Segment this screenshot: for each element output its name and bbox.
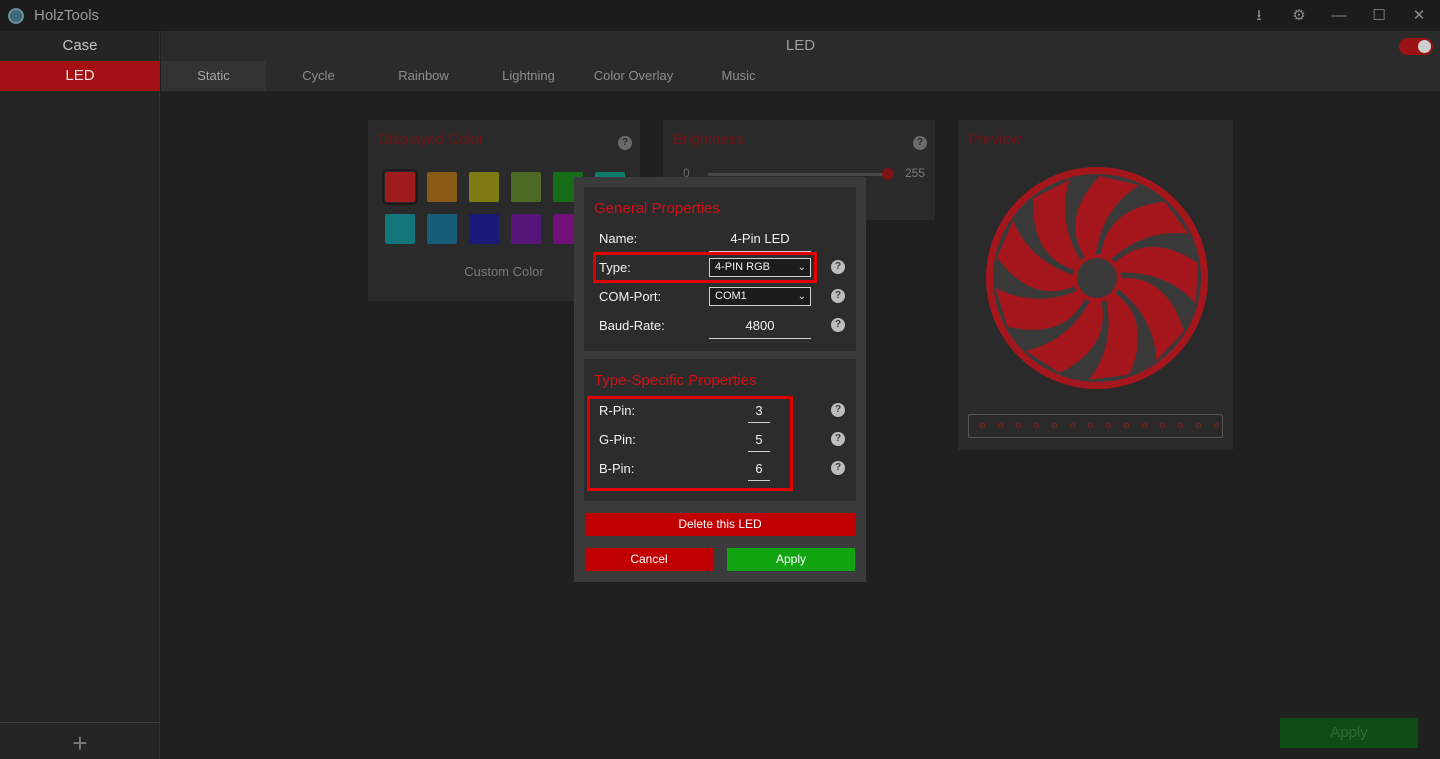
tab-static[interactable]: Static: [161, 61, 266, 91]
card-title: Brightness: [673, 131, 744, 148]
led-dot: [980, 423, 985, 428]
title-bar: HolzTools ⭳ ⚙ — ☐ ✕: [0, 0, 1440, 31]
baud-rate-field[interactable]: 4800: [709, 318, 811, 339]
help-icon[interactable]: ?: [831, 289, 845, 303]
led-dot: [1070, 423, 1075, 428]
tab-rainbow[interactable]: Rainbow: [371, 61, 476, 91]
led-dot: [1034, 423, 1039, 428]
led-dot: [1196, 423, 1201, 428]
led-strip-preview: [968, 414, 1223, 438]
section-title: General Properties: [594, 200, 720, 217]
sidebar-item-led[interactable]: LED: [0, 61, 160, 91]
led-enable-toggle[interactable]: [1399, 38, 1433, 55]
color-swatch[interactable]: [382, 169, 418, 205]
help-icon[interactable]: ?: [831, 461, 845, 475]
color-swatch[interactable]: [469, 172, 499, 202]
dialog-apply-button[interactable]: Apply: [727, 548, 855, 571]
led-dot: [1214, 423, 1219, 428]
section-title: Type-Specific Properties: [594, 372, 757, 389]
toggle-knob: [1418, 40, 1431, 53]
fan-hub: [1073, 254, 1121, 302]
led-dot: [1178, 423, 1183, 428]
fan-preview-image: [986, 167, 1208, 389]
chevron-down-icon: ⌄: [797, 262, 806, 273]
name-field[interactable]: 4-Pin LED: [709, 231, 811, 252]
led-dot: [998, 423, 1003, 428]
type-select[interactable]: 4-PIN RGB ⌄: [709, 258, 811, 277]
type-label: Type:: [599, 260, 631, 275]
g-pin-field[interactable]: 5: [748, 432, 770, 452]
color-swatch[interactable]: [469, 214, 499, 244]
settings-gear-icon[interactable]: ⚙: [1284, 4, 1314, 28]
tab-music[interactable]: Music: [686, 61, 791, 91]
b-pin-field[interactable]: 6: [748, 461, 770, 481]
r-pin-field[interactable]: 3: [748, 403, 770, 423]
brightness-value: 255: [905, 166, 926, 180]
brightness-slider[interactable]: [708, 173, 888, 176]
general-properties-section: General Properties Name: 4-Pin LED Type:…: [584, 187, 856, 351]
sidebar-item-case[interactable]: Case: [0, 31, 160, 61]
card-title: Preview: [968, 131, 1022, 148]
color-swatch[interactable]: [511, 172, 541, 202]
b-pin-label: B-Pin:: [599, 461, 635, 476]
chevron-down-icon: ⌄: [797, 291, 806, 302]
led-dot: [1124, 423, 1129, 428]
delete-led-button[interactable]: Delete this LED: [585, 513, 855, 536]
tab-lightning[interactable]: Lightning: [476, 61, 581, 91]
card-title: Displayed Color: [378, 131, 484, 148]
baud-rate-label: Baud-Rate:: [599, 318, 665, 333]
led-dot: [1160, 423, 1165, 428]
app-logo-icon: [8, 8, 24, 24]
tab-color-overlay[interactable]: Color Overlay: [581, 61, 686, 91]
led-dot: [1052, 423, 1057, 428]
apply-button[interactable]: Apply: [1280, 718, 1418, 748]
led-dot: [1106, 423, 1111, 428]
help-icon[interactable]: ?: [831, 260, 845, 274]
led-dot: [1088, 423, 1093, 428]
brightness-slider-handle[interactable]: [882, 168, 894, 180]
close-button[interactable]: ✕: [1404, 4, 1434, 28]
sidebar-divider: [0, 722, 160, 723]
sidebar: Case LED +: [0, 31, 160, 759]
maximize-button[interactable]: ☐: [1364, 4, 1394, 28]
color-swatch[interactable]: [427, 214, 457, 244]
download-icon[interactable]: ⭳: [1244, 4, 1274, 28]
help-icon[interactable]: ?: [831, 403, 845, 417]
header: LED: [161, 31, 1440, 61]
add-device-button[interactable]: +: [66, 730, 94, 758]
name-label: Name:: [599, 231, 638, 246]
help-icon[interactable]: ?: [831, 318, 845, 332]
type-specific-properties-section: Type-Specific Properties R-Pin: 3 ? G-Pi…: [584, 359, 856, 501]
color-swatch[interactable]: [511, 214, 541, 244]
help-icon[interactable]: ?: [913, 136, 927, 150]
color-swatch[interactable]: [385, 214, 415, 244]
app-title: HolzTools: [34, 7, 100, 24]
page-title: LED: [785, 37, 816, 54]
com-port-select-value: COM1: [715, 290, 747, 302]
tab-cycle[interactable]: Cycle: [266, 61, 371, 91]
led-properties-dialog: General Properties Name: 4-Pin LED Type:…: [574, 177, 866, 582]
g-pin-label: G-Pin:: [599, 432, 636, 447]
led-dot: [1142, 423, 1147, 428]
minimize-button[interactable]: —: [1324, 4, 1354, 28]
cancel-button[interactable]: Cancel: [585, 548, 713, 571]
help-icon[interactable]: ?: [618, 136, 632, 150]
mode-tabs: Static Cycle Rainbow Lightning Color Ove…: [161, 61, 1440, 91]
type-select-value: 4-PIN RGB: [715, 261, 771, 273]
preview-card: Preview: [958, 120, 1233, 450]
help-icon[interactable]: ?: [831, 432, 845, 446]
color-swatch[interactable]: [427, 172, 457, 202]
com-port-select[interactable]: COM1 ⌄: [709, 287, 811, 306]
r-pin-label: R-Pin:: [599, 403, 636, 418]
com-port-label: COM-Port:: [599, 289, 662, 304]
led-dot: [1016, 423, 1021, 428]
